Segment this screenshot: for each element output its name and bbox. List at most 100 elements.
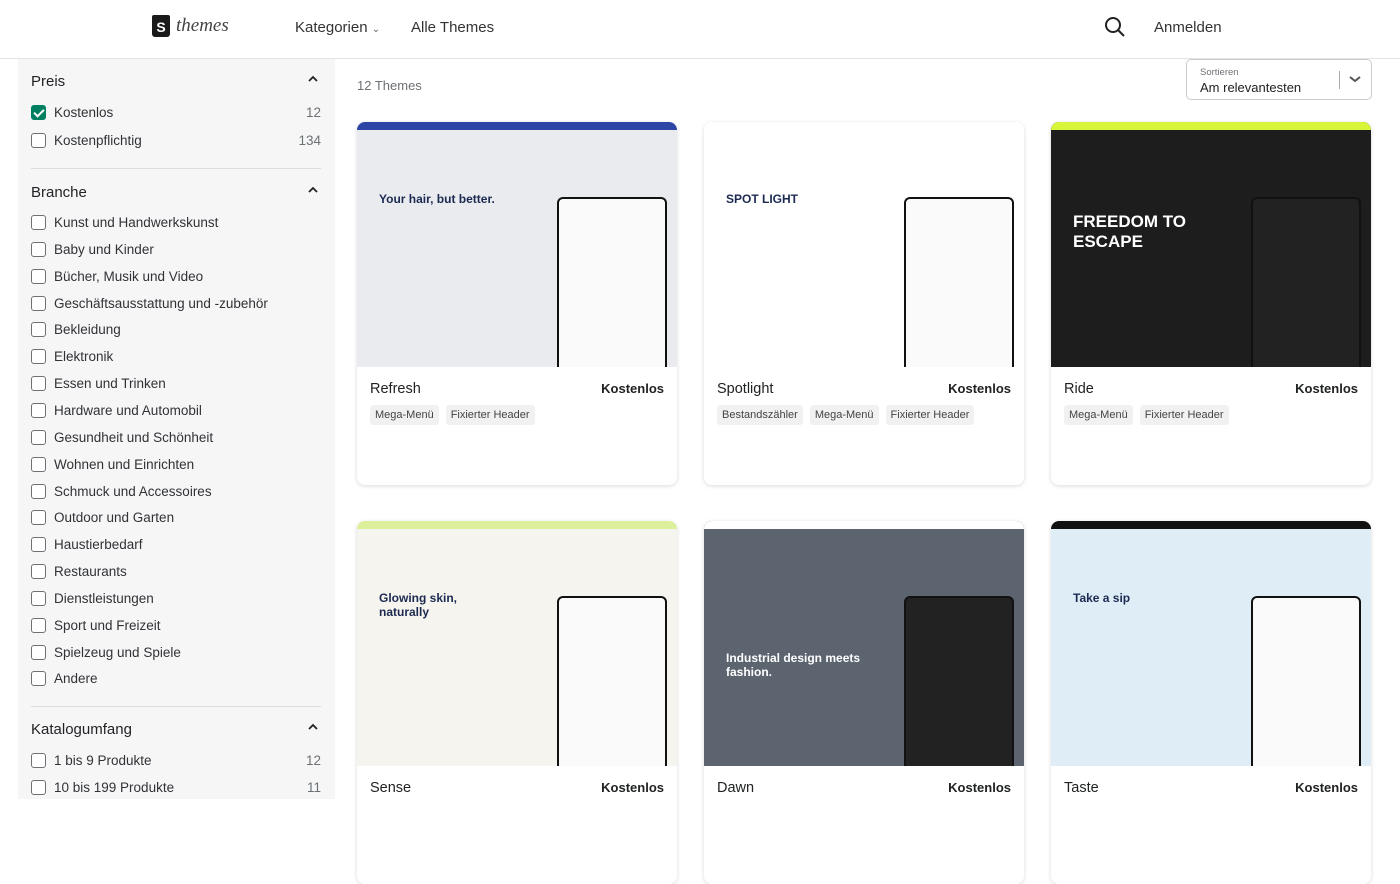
filter-industry-item[interactable]: Sport und Freizeit <box>31 617 321 633</box>
search-icon[interactable] <box>1104 16 1126 38</box>
filter-industry-item[interactable]: Elektronik <box>31 349 321 365</box>
filter-catalog-small[interactable]: 1 bis 9 Produkte 12 <box>31 753 321 768</box>
filter-kostenlos[interactable]: Kostenlos 12 <box>31 105 321 120</box>
checkbox[interactable] <box>31 429 46 445</box>
filter-heading-price[interactable]: Preis <box>31 73 65 90</box>
theme-name[interactable]: Spotlight <box>717 381 773 397</box>
checkbox[interactable] <box>31 295 46 311</box>
filter-catalog-medium[interactable]: 10 bis 199 Produkte 11 <box>31 780 321 795</box>
filter-label: Hardware und Automobil <box>54 402 202 418</box>
filter-industry-item[interactable]: Dienstleistungen <box>31 590 321 606</box>
filter-industry-item[interactable]: Bücher, Musik und Video <box>31 268 321 284</box>
checkbox[interactable] <box>31 617 46 633</box>
checkbox[interactable] <box>31 322 46 338</box>
checkbox-checked[interactable] <box>31 105 46 120</box>
filter-industry-item[interactable]: Bekleidung <box>31 322 321 338</box>
filter-count: 11 <box>306 780 321 795</box>
filter-label: Kostenlos <box>54 105 114 120</box>
filter-industry-item[interactable]: Spielzeug und Spiele <box>31 644 321 660</box>
theme-preview-image[interactable]: FREEDOM TO ESCAPE <box>1051 122 1371 367</box>
filter-industry-item[interactable]: Geschäftsausstattung und -zubehör <box>31 295 321 311</box>
filter-industry-item[interactable]: Schmuck und Accessoires <box>31 483 321 499</box>
theme-card[interactable]: SPOT LIGHT Spotlight Kostenlos Bestandsz… <box>704 122 1024 485</box>
checkbox[interactable] <box>31 268 46 284</box>
chevron-up-icon[interactable] <box>308 74 318 84</box>
checkbox[interactable] <box>31 510 46 526</box>
filter-industry-item[interactable]: Outdoor und Garten <box>31 510 321 526</box>
filter-industry-item[interactable]: Hardware und Automobil <box>31 402 321 418</box>
theme-preview-image[interactable]: SPOT LIGHT <box>704 122 1024 367</box>
checkbox[interactable] <box>31 483 46 499</box>
checkbox[interactable] <box>31 644 46 660</box>
chevron-up-icon[interactable] <box>308 185 318 195</box>
checkbox[interactable] <box>31 590 46 606</box>
checkbox[interactable] <box>31 133 46 148</box>
theme-card[interactable]: Your hair, but better. Refresh Kostenlos… <box>357 122 677 485</box>
nav-kategorien[interactable]: Kategorien ⌄ <box>295 19 380 36</box>
filter-label: Spielzeug und Spiele <box>54 644 181 660</box>
theme-name[interactable]: Dawn <box>717 780 754 796</box>
announcement-bar <box>704 521 1024 529</box>
checkbox[interactable] <box>31 564 46 580</box>
filter-heading-catalog[interactable]: Katalogumfang <box>31 721 132 738</box>
preview-headline: Glowing skin, naturally <box>379 591 458 619</box>
theme-card[interactable]: Industrial design meets fashion. Dawn Ko… <box>704 521 1024 884</box>
theme-preview-image[interactable]: Your hair, but better. <box>357 122 677 367</box>
chevron-up-icon[interactable] <box>308 722 318 732</box>
checkbox[interactable] <box>31 780 46 795</box>
filter-label: Andere <box>54 671 98 687</box>
preview-headline: FREEDOM TO ESCAPE <box>1073 212 1187 251</box>
theme-name[interactable]: Refresh <box>370 381 421 397</box>
checkbox[interactable] <box>31 671 46 687</box>
shopify-themes-logo[interactable]: S themes <box>152 15 229 37</box>
filter-industry-item[interactable]: Kunst und Handwerkskunst <box>31 215 321 230</box>
filter-industry-item[interactable]: Essen und Trinken <box>31 376 321 392</box>
mobile-preview <box>904 197 1014 367</box>
theme-preview-image[interactable]: Take a sip <box>1051 521 1371 766</box>
theme-name[interactable]: Taste <box>1064 780 1099 796</box>
checkbox[interactable] <box>31 349 46 365</box>
checkbox[interactable] <box>31 402 46 418</box>
filter-industry-item[interactable]: Andere <box>31 671 321 687</box>
preview-headline: Industrial design meets fashion. <box>726 651 861 679</box>
theme-price: Kostenlos <box>948 780 1011 795</box>
theme-card[interactable]: Glowing skin, naturally Sense Kostenlos <box>357 521 677 884</box>
preview-headline: Take a sip <box>1073 591 1131 605</box>
checkbox[interactable] <box>31 456 46 472</box>
nav-alle-themes[interactable]: Alle Themes <box>411 19 494 36</box>
theme-price: Kostenlos <box>1295 780 1358 795</box>
theme-card[interactable]: Take a sip Taste Kostenlos <box>1051 521 1371 884</box>
feature-tag: Fixierter Header <box>445 405 535 425</box>
checkbox[interactable] <box>31 537 46 553</box>
sort-value: Am relevantesten <box>1200 80 1302 95</box>
feature-tag: Bestandszähler <box>717 405 803 425</box>
filter-label: Wohnen und Einrichten <box>54 456 195 472</box>
filter-heading-industry[interactable]: Branche <box>31 184 87 201</box>
theme-preview-image[interactable]: Industrial design meets fashion. <box>704 521 1024 766</box>
checkbox[interactable] <box>31 215 46 230</box>
mobile-preview <box>557 596 667 766</box>
divider <box>1339 71 1340 89</box>
checkbox[interactable] <box>31 753 46 768</box>
filter-kostenpflichtig[interactable]: Kostenpflichtig 134 <box>31 133 321 148</box>
login-link[interactable]: Anmelden <box>1154 19 1222 36</box>
filter-industry-item[interactable]: Baby und Kinder <box>31 241 321 257</box>
filter-label: Haustierbedarf <box>54 537 143 553</box>
announcement-bar <box>1051 521 1371 529</box>
checkbox[interactable] <box>31 376 46 392</box>
filter-industry-item[interactable]: Restaurants <box>31 564 321 580</box>
announcement-bar <box>704 122 1024 130</box>
sort-select[interactable]: Sortieren Am relevantesten <box>1186 59 1372 100</box>
sort-label: Sortieren <box>1200 67 1239 78</box>
theme-name[interactable]: Sense <box>370 780 411 796</box>
theme-preview-image[interactable]: Glowing skin, naturally <box>357 521 677 766</box>
checkbox[interactable] <box>31 241 46 257</box>
feature-tags: Bestandszähler Mega-Menü Fixierter Header <box>717 405 975 425</box>
filter-industry-item[interactable]: Haustierbedarf <box>31 537 321 553</box>
theme-name[interactable]: Ride <box>1064 381 1094 397</box>
filter-industry-item[interactable]: Wohnen und Einrichten <box>31 456 321 472</box>
theme-price: Kostenlos <box>948 381 1011 396</box>
mobile-preview <box>904 596 1014 766</box>
filter-industry-item[interactable]: Gesundheit und Schönheit <box>31 429 321 445</box>
theme-card[interactable]: FREEDOM TO ESCAPE Ride Kostenlos Mega-Me… <box>1051 122 1371 485</box>
